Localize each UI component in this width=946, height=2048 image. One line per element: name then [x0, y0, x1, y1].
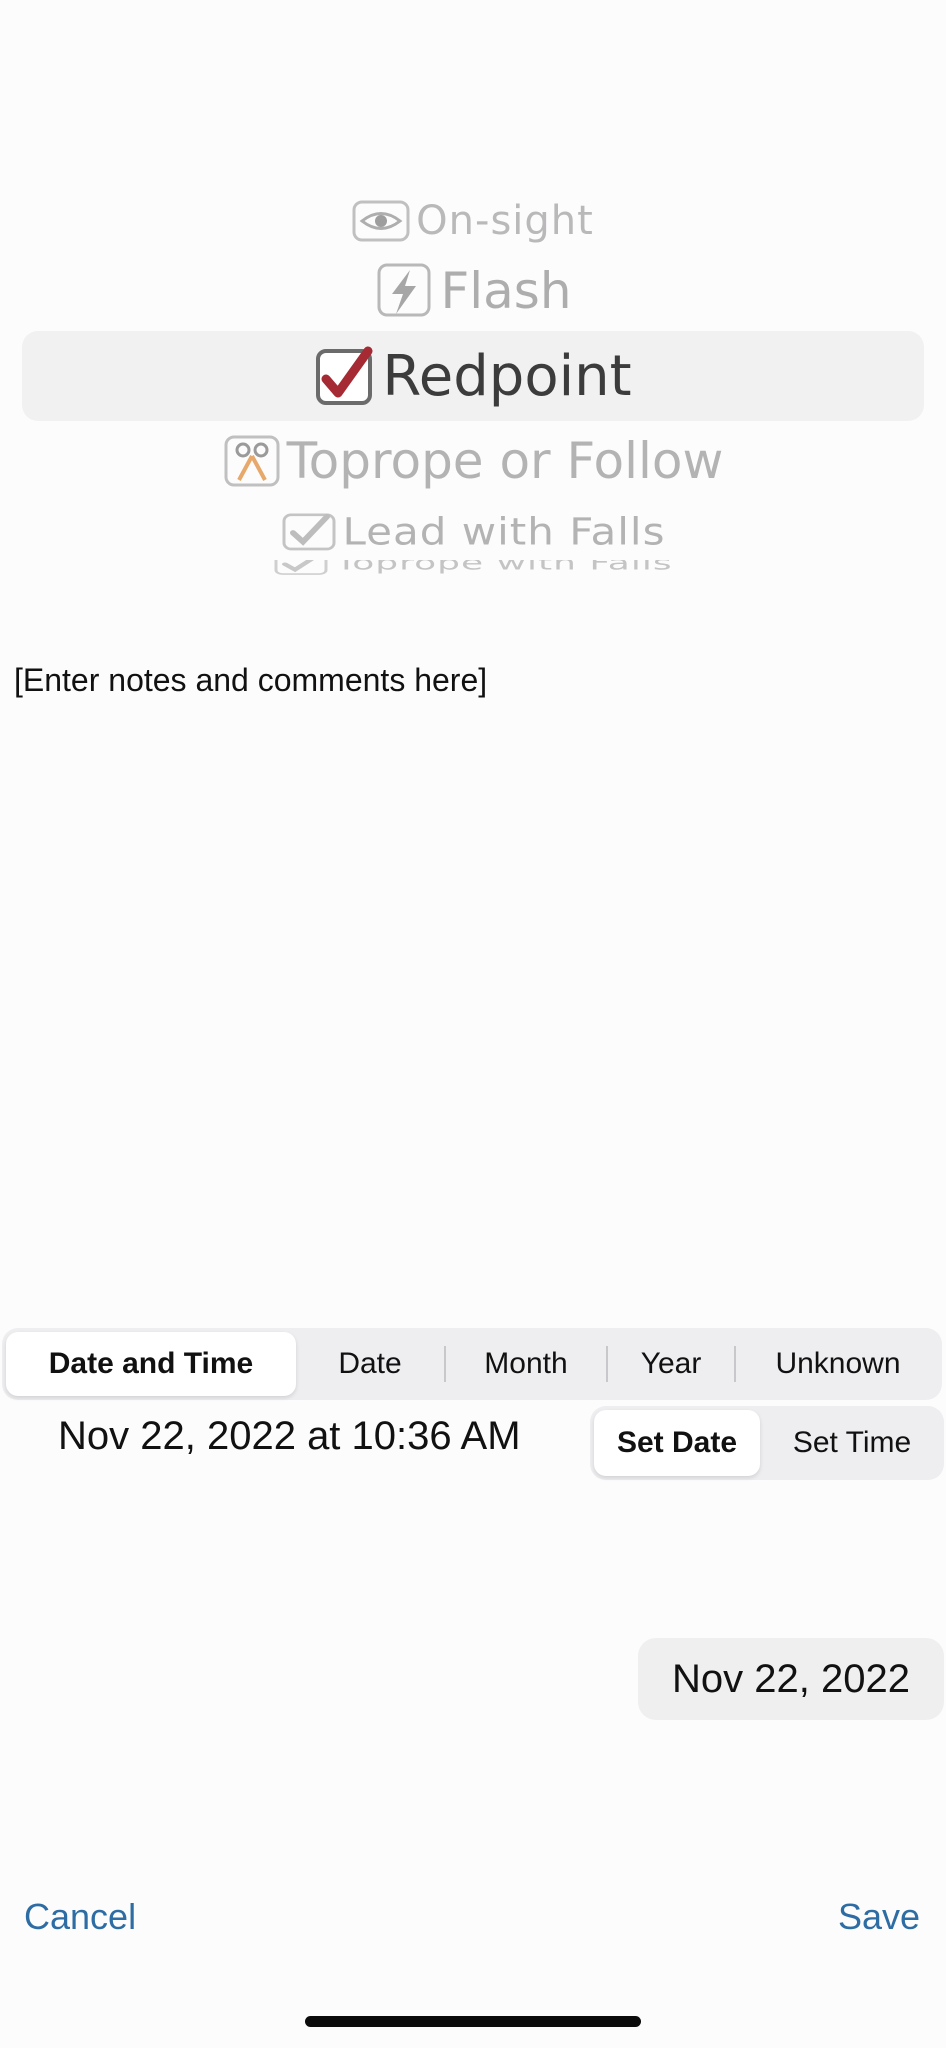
red-checkmark-icon: [314, 345, 376, 407]
date-picker-button[interactable]: Nov 22, 2022: [638, 1638, 944, 1720]
notes-field[interactable]: [Enter notes and comments here]: [14, 662, 487, 699]
picker-option-flash[interactable]: Flash: [0, 262, 946, 320]
lightning-icon: [374, 262, 434, 320]
picker-option-label: Lead with Falls: [342, 508, 666, 554]
segment-set-time[interactable]: Set Time: [760, 1406, 944, 1480]
picker-option-label: Flash: [440, 262, 572, 320]
segment-unknown[interactable]: Unknown: [736, 1328, 940, 1400]
segment-year[interactable]: Year: [608, 1328, 734, 1400]
segment-set-date[interactable]: Set Date: [594, 1410, 760, 1476]
picker-option-toprope-or-follow[interactable]: Toprope or Follow: [0, 431, 946, 491]
gray-checkmark-icon: [281, 511, 337, 551]
picker-option-redpoint[interactable]: Redpoint: [0, 340, 946, 412]
picker-option-label: On-sight: [416, 198, 594, 244]
date-mode-segmented-control: Date and Time Date Month Year Unknown: [2, 1328, 942, 1400]
segment-month[interactable]: Month: [446, 1328, 606, 1400]
set-mode-segmented-control: Set Date Set Time: [590, 1406, 944, 1480]
save-button[interactable]: Save: [838, 1896, 920, 1938]
home-indicator: [305, 2016, 641, 2027]
segment-date-and-time[interactable]: Date and Time: [6, 1332, 296, 1396]
picker-option-lead-with-falls[interactable]: Lead with Falls: [0, 509, 946, 554]
picker-option-label: Toprope or Follow: [286, 432, 724, 490]
gray-checkmark-icon: [273, 560, 329, 575]
picker-option-label: Toprope with Falls: [335, 560, 673, 575]
picker-option-on-sight[interactable]: On-sight: [0, 196, 946, 246]
picker-option-label: Redpoint: [382, 343, 632, 409]
eye-icon: [352, 200, 410, 242]
segment-date[interactable]: Date: [296, 1328, 444, 1400]
picker-option-toprope-with-falls[interactable]: Toprope with Falls: [0, 560, 946, 586]
rope-carabiner-icon: [223, 434, 281, 488]
cancel-button[interactable]: Cancel: [24, 1896, 136, 1938]
current-datetime-label: Nov 22, 2022 at 10:36 AM: [58, 1414, 521, 1458]
